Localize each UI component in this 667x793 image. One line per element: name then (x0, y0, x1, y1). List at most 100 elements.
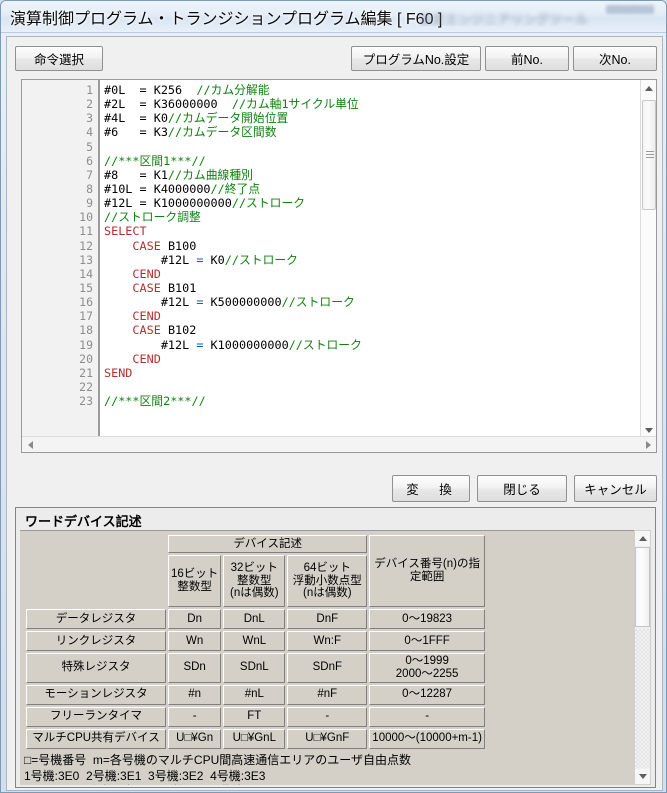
editor-horizontal-scrollbar[interactable] (22, 436, 656, 452)
code-line[interactable]: #4L = K0//カムデータ開始位置 (104, 111, 640, 125)
code-line[interactable]: SELECT (104, 224, 640, 238)
cell-32bit: DnL (223, 609, 286, 629)
code-line[interactable]: #12L = K1000000000//ストローク (104, 196, 640, 210)
line-number: 20 (79, 351, 93, 366)
group-scroll-down-button[interactable] (635, 769, 650, 784)
group-vertical-scrollbar[interactable] (634, 530, 651, 785)
row-label: 特殊レジスタ (26, 653, 166, 683)
code-line[interactable]: #2L = K36000000 //カム軸1サイクル単位 (104, 97, 640, 111)
code-line[interactable]: #10L = K4000000//終了点 (104, 182, 640, 196)
cell-32bit: WnL (223, 631, 286, 651)
code-line[interactable]: #12L = K500000000//ストローク (104, 295, 640, 309)
line-number: 3 (86, 111, 93, 126)
command-select-label: 命令選択 (33, 53, 84, 67)
code-text-area[interactable]: #0L = K256 //カム分解能 #2L = K36000000 //カム軸1… (104, 80, 640, 438)
table-row: 特殊レジスタ SDn SDnL SDnF 0～1999 2000～2255 (26, 653, 485, 683)
code-line[interactable]: #6 = K3//カムデータ区間数 (104, 125, 640, 139)
code-token: B101 (160, 280, 197, 295)
word-device-description-group: ワードデバイス記述 デバイス記述 デバイス番号(n)の指 定範囲 16ビット 整数型… (15, 507, 656, 788)
cell-64bit: U□¥GnF (287, 728, 368, 749)
line-number: 21 (79, 365, 93, 380)
code-line[interactable]: //***区間2***// (104, 394, 640, 408)
cell-range: 0～1999 2000～2255 (369, 653, 485, 683)
code-token: #0L = K256 (104, 83, 197, 97)
close-button[interactable]: 閉じる (477, 475, 567, 502)
code-line[interactable]: //***区間1***// (104, 154, 640, 168)
code-line[interactable]: CASE B101 (104, 281, 640, 295)
code-token: #10L = K4000000 (104, 181, 211, 196)
line-number: 10 (79, 210, 93, 225)
line-number-gutter: 1 2 3 4 5 6 7 8 9 10 11 12 13 14 15 16 17 18 19 20 21 22 23 (22, 80, 100, 438)
close-icon[interactable] (638, 5, 654, 14)
code-token: //***区間2***// (104, 394, 206, 409)
cell-16bit: Wn (168, 631, 222, 651)
program-no-setting-button[interactable]: プログラムNo.設定 (351, 46, 481, 71)
cell-16bit: - (168, 706, 222, 727)
editor-scroll-right-button[interactable] (640, 437, 656, 452)
code-line[interactable]: //ストローク調整 (104, 210, 640, 224)
window-controls-ghost[interactable] (606, 1, 664, 15)
cell-range: 10000～(10000+m-1) (369, 728, 485, 749)
footnote-line: 1号機:3E0 2号機:3E1 3号機:3E2 4号機:3E3 (24, 768, 266, 783)
cell-32bit: U□¥GnL (223, 728, 286, 749)
cancel-button[interactable]: キャンセル (574, 475, 657, 502)
code-line[interactable]: CASE B100 (104, 239, 640, 253)
code-line[interactable]: #12L = K0//ストローク (104, 253, 640, 267)
code-token: //ストローク (281, 295, 355, 310)
cell-16bit: U□¥Gn (168, 728, 222, 749)
code-line[interactable]: #0L = K256 //カム分解能 (104, 83, 640, 97)
cell-range: 0～19823 (369, 609, 485, 629)
convert-button[interactable]: 変 換 (392, 475, 470, 502)
line-number: 1 (86, 83, 93, 97)
line-number: 8 (86, 181, 93, 196)
maximize-icon[interactable] (622, 5, 638, 14)
row-label: マルチCPU共有デバイス (26, 728, 166, 749)
code-editor[interactable]: 1 2 3 4 5 6 7 8 9 10 11 12 13 14 15 16 17 18 19 20 21 22 23 #0… (21, 79, 657, 453)
code-line[interactable]: CEND (104, 309, 640, 323)
code-token: K0 (203, 252, 225, 267)
previous-no-button[interactable]: 前No. (485, 46, 569, 71)
code-line[interactable]: SEND (104, 366, 640, 380)
code-token: #12L = K1000000000 (104, 196, 232, 211)
word-device-table: デバイス記述 デバイス番号(n)の指 定範囲 16ビット 整数型 32ビット 整数型 … (24, 533, 487, 751)
code-line[interactable] (104, 140, 640, 154)
table-row: リンクレジスタ Wn WnL Wn:F 0～1FFF (26, 631, 485, 651)
code-line[interactable]: #8 = K1//カム曲線種別 (104, 168, 640, 182)
code-line[interactable]: CEND (104, 267, 640, 281)
group-scroll-track[interactable] (635, 629, 650, 768)
line-number: 14 (79, 266, 93, 281)
group-content-pane: デバイス記述 デバイス番号(n)の指 定範囲 16ビット 整数型 32ビット 整数型 … (20, 530, 634, 785)
code-token: //***区間1***// (104, 153, 206, 168)
next-no-button[interactable]: 次No. (573, 46, 657, 71)
code-line[interactable] (104, 380, 640, 394)
chevron-left-icon (27, 440, 33, 449)
table-row: データレジスタ Dn DnL DnF 0～19823 (26, 609, 485, 629)
code-token: CEND (132, 309, 161, 324)
editor-vertical-scroll-thumb[interactable] (642, 100, 656, 210)
code-line[interactable]: #12L = K1000000000//ストローク (104, 338, 640, 352)
cell-64bit: #nF (287, 684, 368, 705)
chevron-up-icon (638, 536, 647, 541)
line-number: 12 (79, 238, 93, 253)
group-title: ワードデバイス記述 (23, 511, 144, 530)
code-line[interactable]: CASE B102 (104, 323, 640, 337)
code-token: //終了点 (210, 181, 261, 196)
group-vertical-scroll-thumb[interactable] (635, 547, 650, 627)
code-token: //カム分解能 (196, 83, 270, 97)
minimize-icon[interactable] (606, 5, 622, 14)
group-scroll-up-button[interactable] (635, 531, 650, 546)
editor-vertical-scrollbar[interactable] (640, 80, 656, 438)
title-bar[interactable]: 演算制御プログラム・トランジションプログラム編集 [ F60 ] 設定エンジニア… (1, 1, 666, 33)
program-no-setting-label: プログラムNo.設定 (362, 53, 470, 67)
editor-scroll-left-button[interactable] (22, 437, 38, 452)
cell-32bit: SDnL (223, 653, 286, 683)
command-select-button[interactable]: 命令選択 (15, 46, 103, 71)
code-token: SELECT (104, 224, 147, 239)
editor-scroll-up-button[interactable] (641, 80, 656, 96)
cell-range: 0～12287 (369, 684, 485, 705)
program-edit-window: 演算制御プログラム・トランジションプログラム編集 [ F60 ] 設定エンジニア… (0, 0, 667, 793)
code-line[interactable]: CEND (104, 352, 640, 366)
